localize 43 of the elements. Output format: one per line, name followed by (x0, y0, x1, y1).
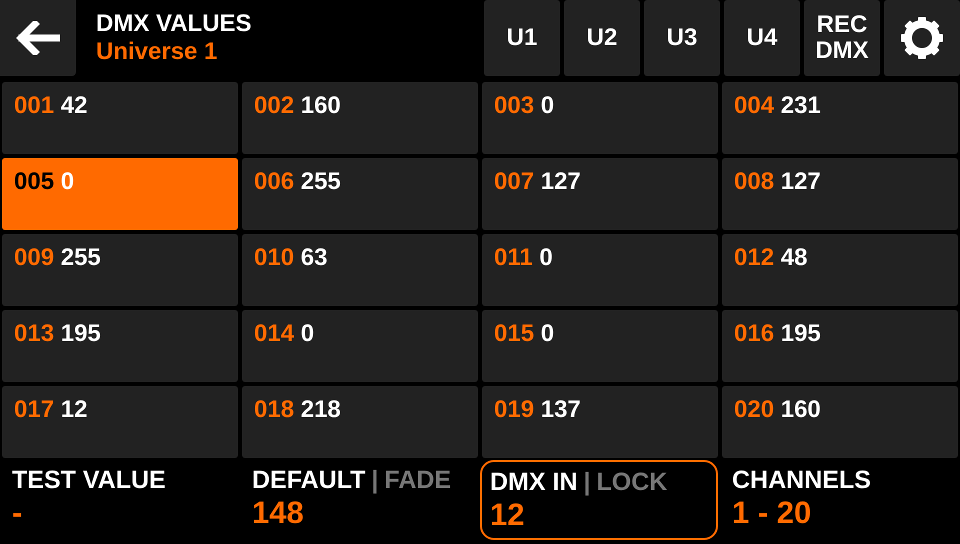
channel-tile[interactable]: 018 218 (242, 386, 478, 458)
channel-tile[interactable]: 006 255 (242, 158, 478, 230)
channel-tile[interactable]: 007 127 (482, 158, 718, 230)
channel-tile[interactable]: 002 160 (242, 82, 478, 154)
channel-tile[interactable]: 005 0 (2, 158, 238, 230)
channel-tile[interactable]: 015 0 (482, 310, 718, 382)
universe-tab[interactable]: U2 (564, 0, 640, 76)
channel-tile[interactable]: 017 12 (2, 386, 238, 458)
footer-label: FADE (384, 466, 452, 495)
channel-tile[interactable]: 016 195 (722, 310, 958, 382)
channel-tile[interactable]: 003 0 (482, 82, 718, 154)
footer-item[interactable]: TEST VALUE - (0, 458, 240, 544)
footer-label: CHANNELS (732, 466, 871, 495)
separator: | (371, 466, 378, 495)
channel-tile[interactable]: 019 137 (482, 386, 718, 458)
footer-value: - (12, 495, 24, 531)
channel-tile[interactable]: 013 195 (2, 310, 238, 382)
separator: | (584, 468, 590, 497)
footer-item[interactable]: DEFAULT | FADE 148 (240, 458, 480, 544)
rec-dmx-button[interactable]: REC DMX (804, 0, 880, 76)
footer-item[interactable]: CHANNELS 1 - 20 (720, 458, 960, 544)
channel-tile[interactable]: 010 63 (242, 234, 478, 306)
channel-tile[interactable]: 001 42 (2, 82, 238, 154)
footer-value: 12 (490, 497, 526, 533)
footer-label: LOCK (596, 468, 668, 497)
channel-tile[interactable]: 011 0 (482, 234, 718, 306)
footer-value: 148 (252, 495, 305, 531)
universe-tab[interactable]: U4 (724, 0, 800, 76)
framed-panel[interactable]: DMX IN | LOCK 12 (480, 460, 718, 540)
channel-tile[interactable]: 014 0 (242, 310, 478, 382)
universe-tab[interactable]: U1 (484, 0, 560, 76)
channel-tile[interactable]: 008 127 (722, 158, 958, 230)
footer-label: DEFAULT (252, 466, 366, 495)
footer-label: TEST VALUE (12, 466, 166, 495)
universe-subtitle: Universe 1 (96, 38, 218, 66)
channel-tile[interactable]: 004 231 (722, 82, 958, 154)
channel-tile[interactable]: 020 160 (722, 386, 958, 458)
channel-tile[interactable]: 012 48 (722, 234, 958, 306)
footer-label: DMX IN (490, 468, 578, 497)
screen-title: DMX VALUES (96, 10, 253, 38)
channel-tile[interactable]: 009 255 (2, 234, 238, 306)
universe-tab[interactable]: U3 (644, 0, 720, 76)
footer-value: 1 - 20 (732, 495, 812, 531)
